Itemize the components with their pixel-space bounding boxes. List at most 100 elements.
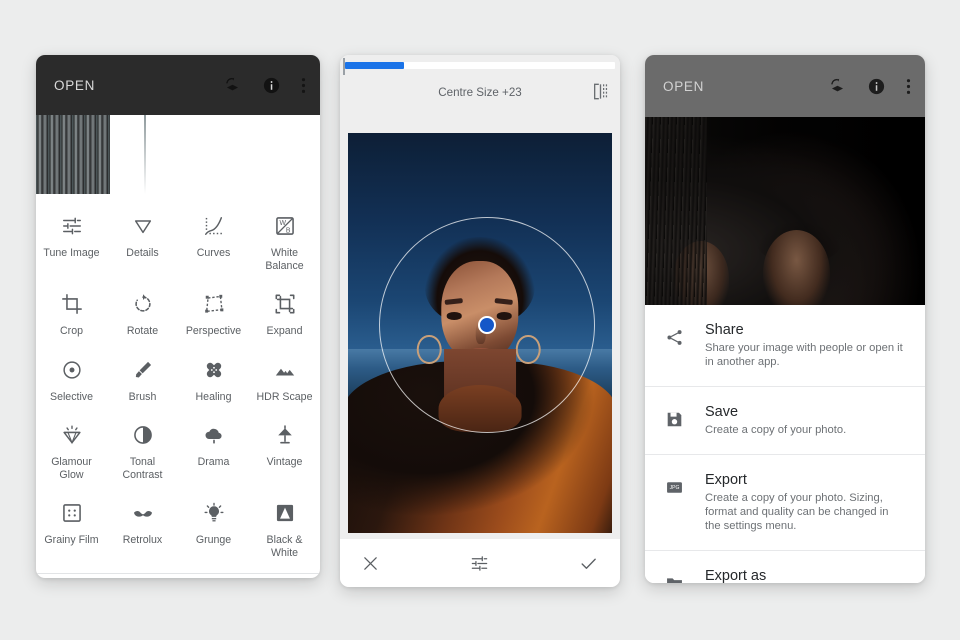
menu-item-subtitle: Create a copy of your photo. xyxy=(705,424,847,436)
stack-revert-icon[interactable] xyxy=(223,76,242,95)
menu-item-text: Share Share your image with people or op… xyxy=(705,322,907,369)
confirm-button[interactable] xyxy=(579,554,598,573)
right-phone-panel: OPEN Share Share your image with people … xyxy=(645,55,925,583)
perspective-icon xyxy=(203,290,225,318)
selection-control-point[interactable] xyxy=(478,316,496,334)
cloud-rain-icon xyxy=(203,421,225,449)
tool-grainy-film[interactable]: Grainy Film xyxy=(36,489,107,567)
menu-item-title: Save xyxy=(705,404,739,420)
left-appbar-icons xyxy=(223,76,306,95)
menu-item-text: Export Create a copy of your photo. Sizi… xyxy=(705,472,907,533)
parameter-slider[interactable] xyxy=(345,62,615,69)
moustache-icon xyxy=(132,499,154,527)
info-icon[interactable] xyxy=(867,77,886,96)
tool-label: Vintage xyxy=(266,456,303,468)
tool-details[interactable]: Details xyxy=(107,202,178,280)
editing-canvas[interactable] xyxy=(348,133,612,533)
rotate-icon xyxy=(132,290,154,318)
curves-icon xyxy=(203,212,225,240)
tool-crop[interactable]: Crop xyxy=(36,280,107,346)
svg-text:JPG: JPG xyxy=(669,485,679,491)
left-phone-panel: OPEN Tune Image Details Curves W B White… xyxy=(36,55,320,578)
right-appbar: OPEN xyxy=(645,55,925,117)
tool-tonal-contrast[interactable]: Tonal Contrast xyxy=(107,411,178,489)
tool-expand[interactable]: Expand xyxy=(249,280,320,346)
bottom-tabbar: LOOKS TOOLS EXPORT xyxy=(36,573,320,578)
right-photo-preview[interactable] xyxy=(645,117,925,305)
overflow-menu-icon[interactable] xyxy=(906,77,911,96)
grunge-bulb-icon xyxy=(203,499,225,527)
menu-item-save[interactable]: Save Create a copy of your photo. xyxy=(645,387,925,455)
middle-footer xyxy=(340,539,620,587)
tool-label: Tonal Contrast xyxy=(122,456,163,481)
photo-dim-overlay xyxy=(645,117,925,305)
tool-brush[interactable]: Brush xyxy=(107,346,178,412)
tool-retrolux[interactable]: Retrolux xyxy=(107,489,178,567)
grain-square-icon xyxy=(61,499,83,527)
slider-fill xyxy=(345,62,405,69)
menu-item-share[interactable]: Share Share your image with people or op… xyxy=(645,305,925,387)
tool-label: Curves xyxy=(196,247,231,259)
open-label[interactable]: OPEN xyxy=(663,79,828,94)
tool-label: Grunge xyxy=(195,534,232,546)
menu-item-export[interactable]: JPG Export Create a copy of your photo. … xyxy=(645,455,925,551)
middle-header: Centre Size +23 xyxy=(340,55,620,133)
tool-rotate[interactable]: Rotate xyxy=(107,280,178,346)
tool-label: Brush xyxy=(128,390,157,403)
slider-knob[interactable] xyxy=(342,58,345,75)
adjust-button[interactable] xyxy=(470,554,489,573)
menu-item-text: Export as Create a copy to a selected fo… xyxy=(705,568,875,583)
tool-label: White Balance xyxy=(265,247,304,272)
crop-icon xyxy=(61,290,83,318)
menu-item-subtitle: Create a copy of your photo. Sizing, for… xyxy=(705,492,889,532)
brush-icon xyxy=(132,356,154,384)
menu-item-text: Save Create a copy of your photo. xyxy=(705,404,846,437)
folder-icon xyxy=(661,568,687,583)
selective-target-icon xyxy=(61,356,83,384)
tool-healing[interactable]: Healing xyxy=(178,346,249,412)
tool-curves[interactable]: Curves xyxy=(178,202,249,280)
tool-label: Glamour Glow xyxy=(51,456,92,481)
tool-drama[interactable]: Drama xyxy=(178,411,249,489)
overflow-menu-icon[interactable] xyxy=(301,76,306,95)
healing-bandage-icon xyxy=(203,356,225,384)
tool-perspective[interactable]: Perspective xyxy=(178,280,249,346)
white-balance-icon: W B xyxy=(274,212,296,240)
tool-grunge[interactable]: Grunge xyxy=(178,489,249,567)
svg-text:B: B xyxy=(285,227,290,234)
tool-white-balance[interactable]: W B White Balance xyxy=(249,202,320,280)
tool-black-and-white[interactable]: Black & White xyxy=(249,489,320,567)
glamour-diamond-icon xyxy=(61,421,83,449)
tune-sliders-icon xyxy=(61,212,83,240)
open-label[interactable]: OPEN xyxy=(54,78,223,93)
tool-label: Healing xyxy=(195,390,232,403)
tool-label: Grainy Film xyxy=(44,534,99,546)
compare-split-icon[interactable] xyxy=(593,83,608,100)
menu-item-export-as[interactable]: Export as Create a copy to a selected fo… xyxy=(645,551,925,583)
bw-triangle-icon xyxy=(274,499,296,527)
menu-item-subtitle: Share your image with people or open it … xyxy=(705,342,903,368)
tool-hdr-scape[interactable]: HDR Scape xyxy=(249,346,320,412)
share-icon xyxy=(661,322,687,347)
left-photo-preview[interactable] xyxy=(36,115,320,194)
tool-glamour-glow[interactable]: Glamour Glow xyxy=(36,411,107,489)
tool-label: HDR Scape xyxy=(256,390,313,403)
lamp-icon xyxy=(274,421,296,449)
tool-vintage[interactable]: Vintage xyxy=(249,411,320,489)
right-appbar-icons xyxy=(828,77,911,96)
parameter-title: Centre Size +23 xyxy=(438,86,522,99)
stack-revert-icon[interactable] xyxy=(828,77,847,96)
tool-label: Drama xyxy=(197,456,230,468)
mountains-icon xyxy=(274,356,296,384)
cancel-button[interactable] xyxy=(362,555,379,572)
tool-label: Tune Image xyxy=(43,247,100,259)
export-menu: Share Share your image with people or op… xyxy=(645,305,925,583)
menu-item-title: Export xyxy=(705,472,747,488)
save-floppy-icon xyxy=(661,404,687,429)
expand-icon xyxy=(274,290,296,318)
tool-tune-image[interactable]: Tune Image xyxy=(36,202,107,280)
info-icon[interactable] xyxy=(262,76,281,95)
tool-label: Retrolux xyxy=(122,534,163,546)
tool-selective[interactable]: Selective xyxy=(36,346,107,412)
jpg-icon: JPG xyxy=(661,472,687,497)
